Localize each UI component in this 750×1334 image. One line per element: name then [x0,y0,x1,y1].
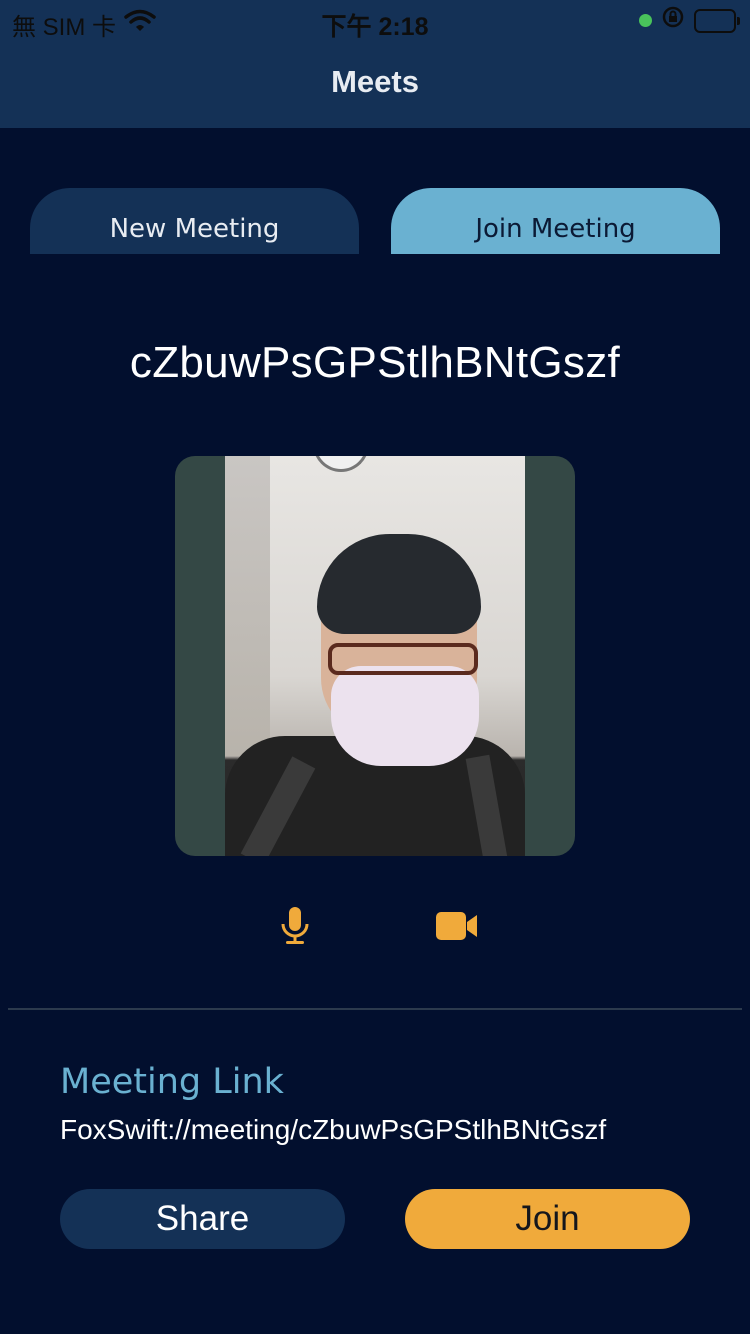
camera-in-use-indicator [639,14,652,27]
divider [8,1008,742,1010]
navigation-bar: Meets [0,40,750,128]
video-camera-icon[interactable] [435,910,479,942]
join-button[interactable]: Join [405,1189,690,1249]
status-right [639,6,740,35]
glasses [328,643,478,675]
microphone-icon[interactable] [278,906,312,946]
page-title: Meets [331,64,419,99]
camera-feed [225,456,525,856]
meeting-link-heading: Meeting Link [60,1062,284,1102]
tab-new-meeting[interactable]: New Meeting [30,188,359,254]
tab-join-meeting[interactable]: Join Meeting [391,188,720,254]
meeting-link-url: FoxSwift://meeting/cZbuwPsGPStlhBNtGszf [60,1114,607,1145]
wall-clock [313,456,369,472]
battery-icon [694,8,740,33]
status-bar: 無 SIM 卡 下午 2:18 [0,0,750,41]
share-button[interactable]: Share [60,1189,345,1249]
orientation-lock-icon [662,6,684,35]
camera-preview [175,456,575,856]
face-mask [331,666,479,766]
meeting-code: cZbuwPsGPStlhBNtGszf [129,338,621,387]
status-time: 下午 2:18 [321,13,429,41]
